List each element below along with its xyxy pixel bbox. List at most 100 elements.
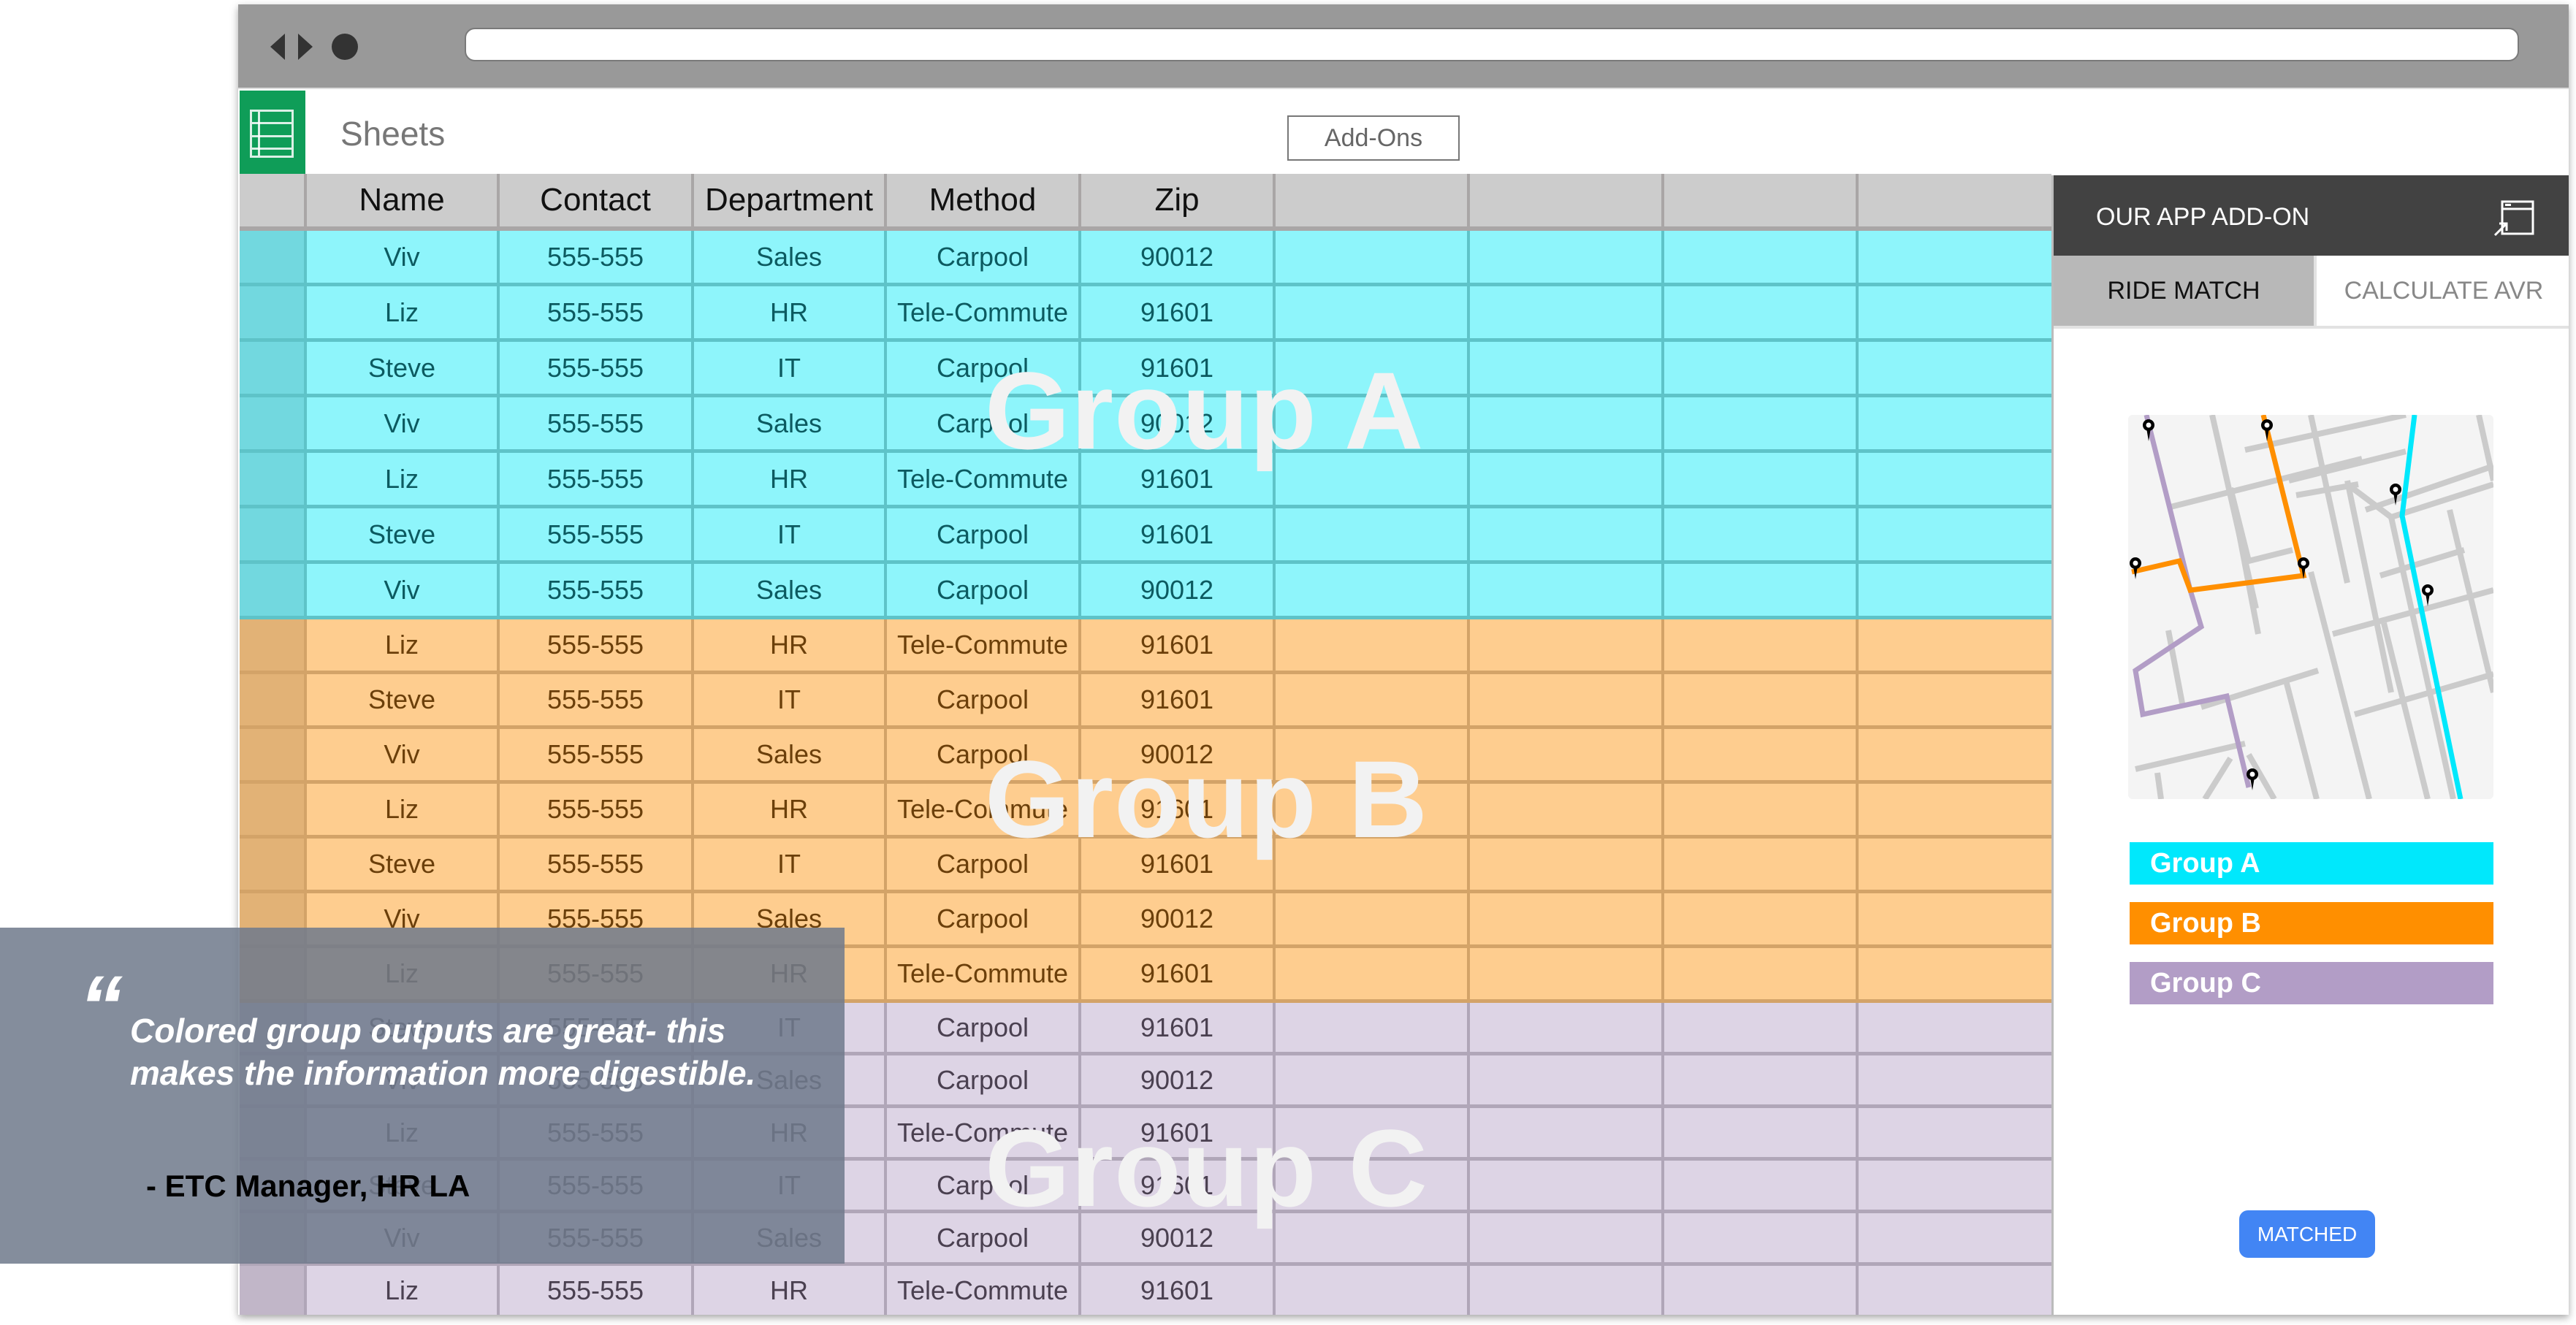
empty-cell[interactable]: [1664, 231, 1859, 286]
row-number-cell[interactable]: [240, 1266, 307, 1315]
row-number-cell[interactable]: [240, 397, 307, 453]
empty-cell[interactable]: [1276, 286, 1470, 342]
empty-cell[interactable]: [1276, 453, 1470, 508]
table-cell[interactable]: 555-555: [500, 784, 694, 839]
table-cell[interactable]: Liz: [307, 1266, 500, 1315]
table-cell[interactable]: Carpool: [887, 342, 1081, 397]
table-cell[interactable]: Viv: [307, 397, 500, 453]
table-cell[interactable]: HR: [694, 453, 887, 508]
table-cell[interactable]: HR: [694, 619, 887, 674]
row-number-cell[interactable]: [240, 342, 307, 397]
table-cell[interactable]: 90012: [1081, 1055, 1276, 1108]
table-cell[interactable]: 90012: [1081, 231, 1276, 286]
matched-button[interactable]: MATCHED: [2239, 1210, 2375, 1258]
table-cell[interactable]: 91601: [1081, 1266, 1276, 1315]
empty-cell[interactable]: [1276, 674, 1470, 729]
table-cell[interactable]: HR: [694, 784, 887, 839]
empty-cell[interactable]: [1664, 1266, 1859, 1315]
empty-cell[interactable]: [1470, 453, 1664, 508]
empty-cell[interactable]: [1664, 948, 1859, 1003]
table-cell[interactable]: Sales: [694, 729, 887, 784]
empty-cell[interactable]: [1664, 564, 1859, 619]
row-number-cell[interactable]: [240, 619, 307, 674]
empty-cell[interactable]: [1470, 1003, 1664, 1055]
table-cell[interactable]: 91601: [1081, 508, 1276, 564]
empty-cell[interactable]: [1859, 564, 2051, 619]
empty-cell[interactable]: [1276, 508, 1470, 564]
corner-cell[interactable]: [240, 174, 307, 226]
table-cell[interactable]: Carpool: [887, 674, 1081, 729]
empty-cell[interactable]: [1470, 893, 1664, 948]
empty-cell[interactable]: [1664, 508, 1859, 564]
empty-cell[interactable]: [1859, 1003, 2051, 1055]
empty-cell[interactable]: [1470, 1161, 1664, 1213]
table-cell[interactable]: 91601: [1081, 1108, 1276, 1161]
empty-cell[interactable]: [1276, 1266, 1470, 1315]
table-cell[interactable]: Steve: [307, 674, 500, 729]
empty-cell[interactable]: [1276, 784, 1470, 839]
empty-cell[interactable]: [1276, 729, 1470, 784]
column-header-zip[interactable]: Zip: [1081, 174, 1276, 226]
empty-cell[interactable]: [1664, 1213, 1859, 1266]
empty-cell[interactable]: [1859, 453, 2051, 508]
empty-cell[interactable]: [1664, 453, 1859, 508]
empty-cell[interactable]: [1470, 286, 1664, 342]
row-number-cell[interactable]: [240, 286, 307, 342]
table-cell[interactable]: 91601: [1081, 1003, 1276, 1055]
empty-cell[interactable]: [1664, 397, 1859, 453]
table-cell[interactable]: Tele-Commute: [887, 948, 1081, 1003]
empty-cell[interactable]: [1859, 674, 2051, 729]
table-cell[interactable]: 91601: [1081, 784, 1276, 839]
empty-cell[interactable]: [1470, 1266, 1664, 1315]
table-cell[interactable]: Carpool: [887, 564, 1081, 619]
table-cell[interactable]: IT: [694, 342, 887, 397]
column-header-contact[interactable]: Contact: [500, 174, 694, 226]
row-number-cell[interactable]: [240, 508, 307, 564]
table-cell[interactable]: Liz: [307, 619, 500, 674]
forward-arrow-icon[interactable]: [298, 34, 313, 60]
table-cell[interactable]: Tele-Commute: [887, 619, 1081, 674]
table-cell[interactable]: 555-555: [500, 839, 694, 893]
empty-cell[interactable]: [1859, 1266, 2051, 1315]
table-cell[interactable]: 555-555: [500, 508, 694, 564]
table-cell[interactable]: 91601: [1081, 453, 1276, 508]
tab-calculate-avr[interactable]: CALCULATE AVR: [2317, 256, 2569, 326]
column-header-department[interactable]: Department: [694, 174, 887, 226]
empty-cell[interactable]: [1470, 839, 1664, 893]
empty-cell[interactable]: [1664, 619, 1859, 674]
table-cell[interactable]: 555-555: [500, 342, 694, 397]
table-cell[interactable]: 91601: [1081, 674, 1276, 729]
row-number-cell[interactable]: [240, 839, 307, 893]
column-header-method[interactable]: Method: [887, 174, 1081, 226]
empty-cell[interactable]: [1276, 1213, 1470, 1266]
table-cell[interactable]: 90012: [1081, 564, 1276, 619]
table-cell[interactable]: Sales: [694, 231, 887, 286]
row-number-cell[interactable]: [240, 231, 307, 286]
table-cell[interactable]: Tele-Commute: [887, 784, 1081, 839]
empty-cell[interactable]: [1276, 1161, 1470, 1213]
empty-cell[interactable]: [1664, 1161, 1859, 1213]
row-number-cell[interactable]: [240, 564, 307, 619]
table-cell[interactable]: 555-555: [500, 231, 694, 286]
empty-cell[interactable]: [1664, 839, 1859, 893]
column-header-name[interactable]: Name: [307, 174, 500, 226]
tab-ride-match[interactable]: RIDE MATCH: [2054, 256, 2317, 326]
empty-cell[interactable]: [1664, 893, 1859, 948]
table-cell[interactable]: HR: [694, 286, 887, 342]
empty-cell[interactable]: [1664, 286, 1859, 342]
empty-cell[interactable]: [1470, 564, 1664, 619]
empty-cell[interactable]: [1470, 342, 1664, 397]
empty-cell[interactable]: [1276, 1003, 1470, 1055]
empty-cell[interactable]: [1859, 508, 2051, 564]
table-cell[interactable]: Tele-Commute: [887, 1266, 1081, 1315]
table-cell[interactable]: 90012: [1081, 893, 1276, 948]
table-cell[interactable]: Liz: [307, 784, 500, 839]
empty-cell[interactable]: [1276, 619, 1470, 674]
table-cell[interactable]: Viv: [307, 564, 500, 619]
sheets-logo-icon[interactable]: [240, 91, 305, 175]
table-cell[interactable]: Carpool: [887, 839, 1081, 893]
empty-cell[interactable]: [1859, 397, 2051, 453]
table-cell[interactable]: IT: [694, 674, 887, 729]
table-cell[interactable]: 90012: [1081, 729, 1276, 784]
empty-cell[interactable]: [1859, 839, 2051, 893]
